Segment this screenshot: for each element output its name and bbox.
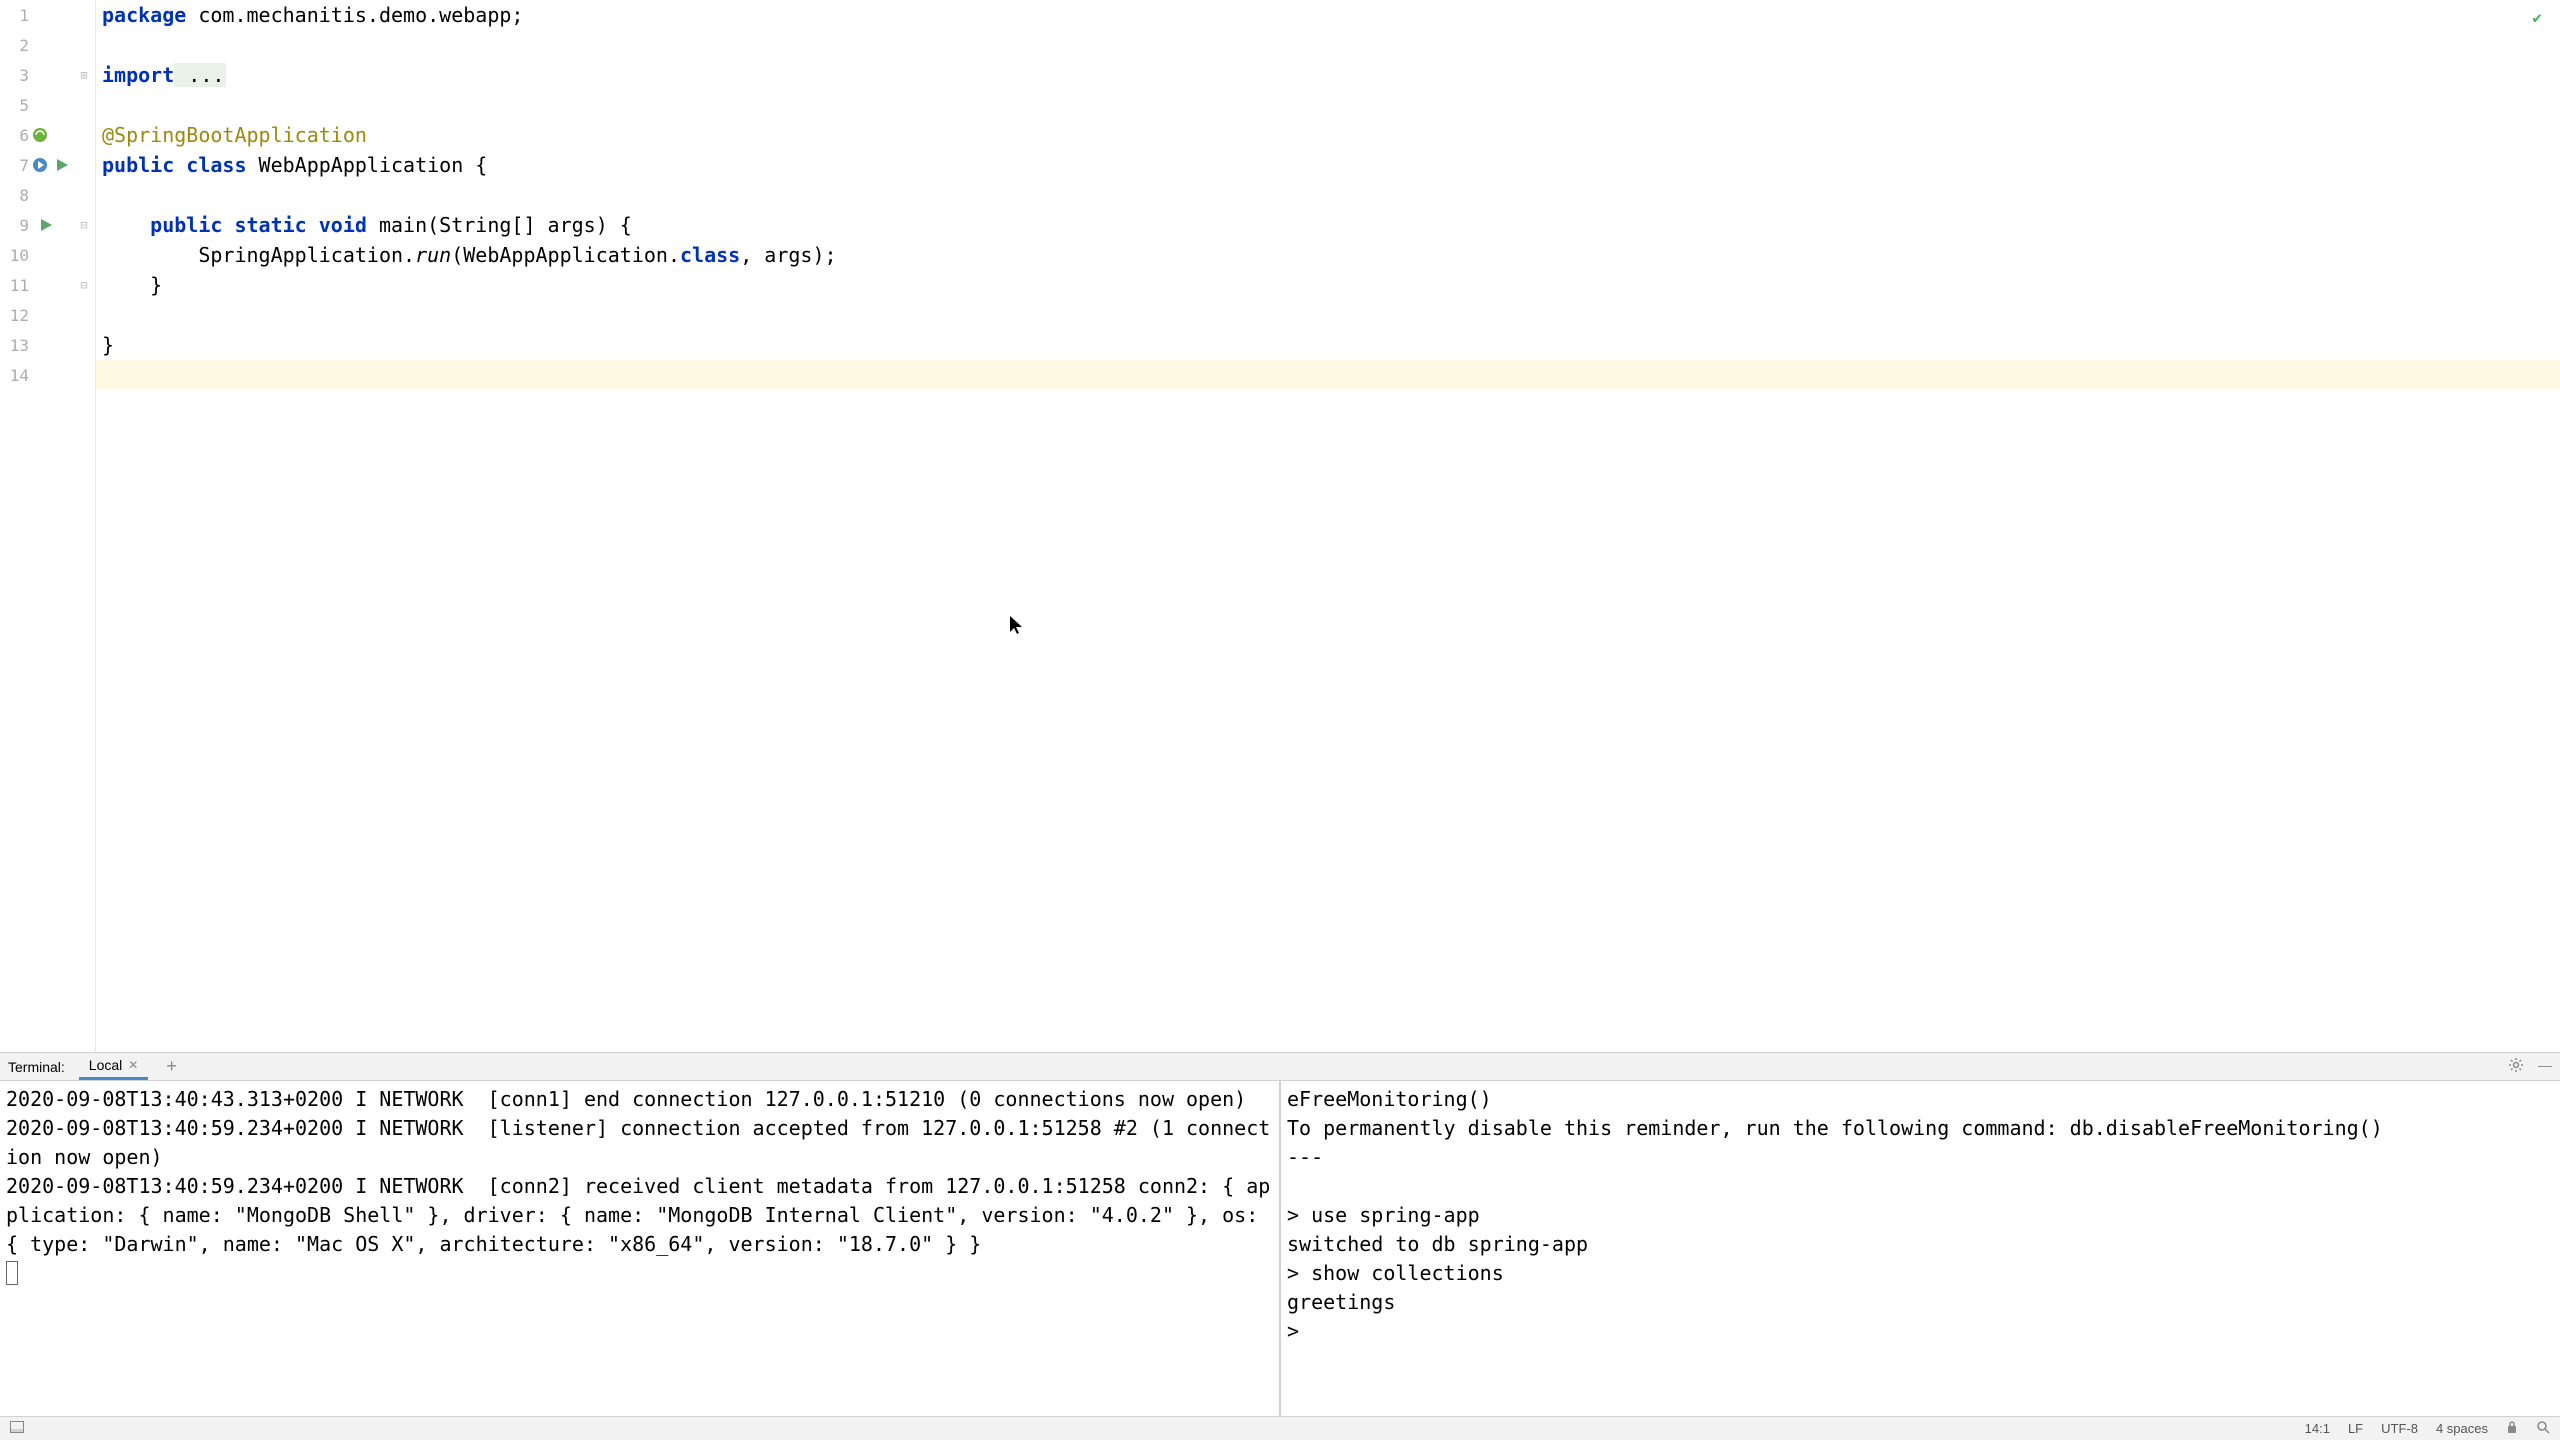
status-line-separator[interactable]: LF <box>2348 1421 2363 1436</box>
terminal-header: Terminal: Local ✕ + — <box>0 1053 2560 1081</box>
line-number[interactable]: 3 ⊞ <box>0 60 95 90</box>
terminal-cursor <box>6 1261 18 1285</box>
line-number[interactable]: 11 ⊟ <box>0 270 95 300</box>
line-number[interactable]: 5 <box>0 90 95 120</box>
spring-bean-icon[interactable] <box>31 126 49 144</box>
code-line[interactable]: } <box>96 270 2560 300</box>
line-number[interactable]: 9 ⊟ <box>0 210 95 240</box>
run-gutter-icon[interactable] <box>53 156 71 174</box>
terminal-tab-label: Local <box>89 1057 122 1073</box>
code-line[interactable]: @SpringBootApplication <box>96 120 2560 150</box>
line-number[interactable]: 6 <box>0 120 95 150</box>
line-number[interactable]: 2 <box>0 30 95 60</box>
code-line[interactable]: public class WebAppApplication { <box>96 150 2560 180</box>
code-line-current[interactable] <box>96 360 2560 390</box>
code-line[interactable]: SpringApplication.run(WebAppApplication.… <box>96 240 2560 270</box>
status-lock-icon[interactable] <box>2506 1420 2518 1437</box>
minimize-terminal-icon[interactable]: — <box>2538 1057 2552 1076</box>
code-line[interactable]: import ... <box>96 60 2560 90</box>
status-window-icon[interactable] <box>10 1421 24 1436</box>
terminal-panel: Terminal: Local ✕ + — 2020-09-08T13:40:4… <box>0 1052 2560 1416</box>
status-encoding[interactable]: UTF-8 <box>2381 1421 2418 1436</box>
terminal-body: 2020-09-08T13:40:43.313+0200 I NETWORK [… <box>0 1081 2560 1416</box>
terminal-title: Terminal: <box>8 1059 65 1075</box>
line-number[interactable]: 13 <box>0 330 95 360</box>
code-line[interactable]: public static void main(String[] args) { <box>96 210 2560 240</box>
editor-area: 1 2 3 ⊞ 5 6 7 8 9 ⊟ <box>0 0 2560 1052</box>
terminal-pane-left[interactable]: 2020-09-08T13:40:43.313+0200 I NETWORK [… <box>0 1081 1281 1416</box>
code-editor[interactable]: package com.mechanitis.demo.webapp; impo… <box>96 0 2560 1052</box>
line-number[interactable]: 8 <box>0 180 95 210</box>
fold-collapse-icon[interactable]: ⊟ <box>75 276 93 294</box>
terminal-tab-local[interactable]: Local ✕ <box>79 1053 149 1080</box>
status-bar: 14:1 LF UTF-8 4 spaces <box>0 1416 2560 1440</box>
code-line[interactable] <box>96 180 2560 210</box>
run-gutter-icon[interactable] <box>37 216 55 234</box>
spring-run-icon[interactable] <box>31 156 49 174</box>
code-line[interactable]: } <box>96 330 2560 360</box>
code-line[interactable] <box>96 90 2560 120</box>
inspection-ok-icon[interactable]: ✔ <box>2532 8 2542 27</box>
terminal-settings-icon[interactable] <box>2508 1057 2524 1076</box>
editor-gutter: 1 2 3 ⊞ 5 6 7 8 9 ⊟ <box>0 0 96 1052</box>
line-number[interactable]: 1 <box>0 0 95 30</box>
line-number[interactable]: 12 <box>0 300 95 330</box>
terminal-pane-right[interactable]: eFreeMonitoring() To permanently disable… <box>1281 1081 2560 1416</box>
line-number[interactable]: 7 <box>0 150 95 180</box>
close-tab-icon[interactable]: ✕ <box>128 1058 138 1072</box>
code-line[interactable] <box>96 300 2560 330</box>
status-indent[interactable]: 4 spaces <box>2436 1421 2488 1436</box>
code-line[interactable]: package com.mechanitis.demo.webapp; <box>96 0 2560 30</box>
line-number[interactable]: 10 <box>0 240 95 270</box>
add-terminal-icon[interactable]: + <box>166 1056 177 1077</box>
fold-collapse-icon[interactable]: ⊟ <box>75 216 93 234</box>
line-number[interactable]: 14 <box>0 360 95 390</box>
status-inspection-icon[interactable] <box>2536 1420 2550 1437</box>
status-position[interactable]: 14:1 <box>2305 1421 2330 1436</box>
code-line[interactable] <box>96 30 2560 60</box>
fold-expand-icon[interactable]: ⊞ <box>75 66 93 84</box>
